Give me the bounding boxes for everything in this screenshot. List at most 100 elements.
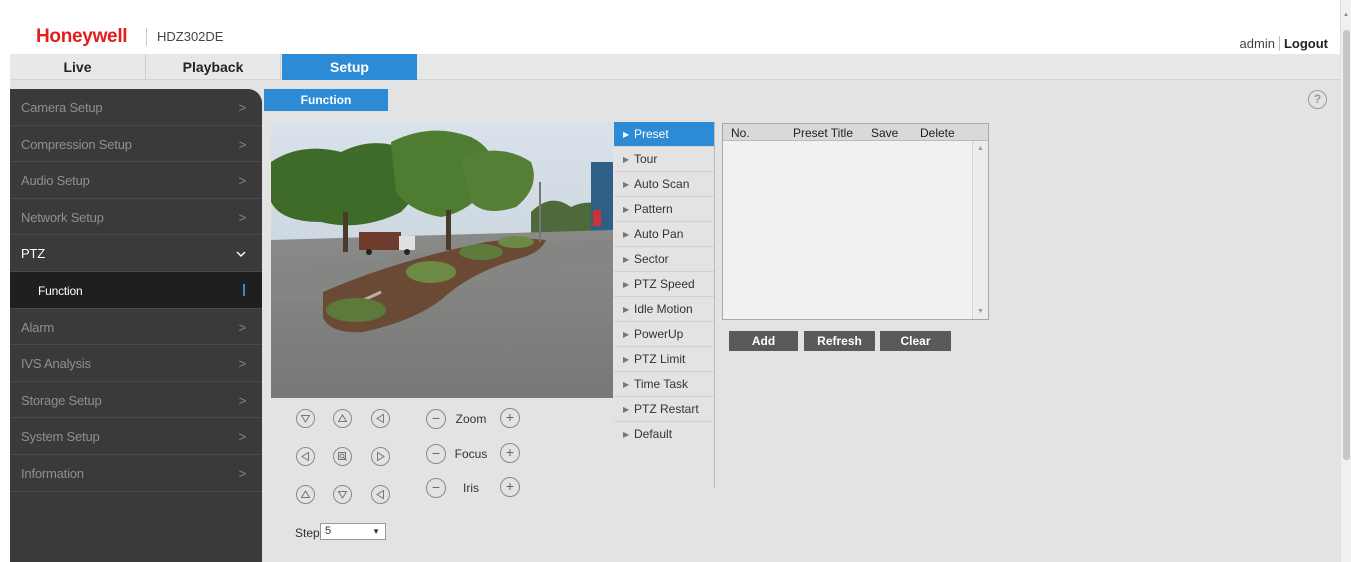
sidebar-item-label: Network Setup bbox=[21, 209, 104, 225]
model-name: HDZ302DE bbox=[146, 28, 223, 46]
menu-item-label: Time Task bbox=[634, 377, 689, 391]
ptz-left-button[interactable] bbox=[296, 447, 315, 466]
sidebar-item-camera-setup[interactable]: Camera Setup > bbox=[10, 89, 262, 126]
triangle-down-icon bbox=[300, 415, 311, 423]
sidebar-item-label: Camera Setup bbox=[21, 100, 103, 115]
column-header-delete: Delete bbox=[920, 126, 955, 140]
dropdown-arrow-icon: ▼ bbox=[372, 527, 380, 536]
triangle-right-icon bbox=[377, 451, 385, 462]
menu-item-sector[interactable]: ▶ Sector bbox=[614, 247, 714, 272]
ptz-right-button[interactable] bbox=[371, 447, 390, 466]
triangle-up-icon bbox=[300, 490, 311, 498]
chevron-right-icon: > bbox=[238, 392, 247, 408]
menu-item-label: PTZ Limit bbox=[634, 352, 686, 366]
menu-divider bbox=[714, 122, 715, 488]
caret-right-icon: ▶ bbox=[623, 205, 630, 214]
focus-in-button[interactable]: + bbox=[500, 443, 520, 463]
live-video-preview[interactable] bbox=[271, 122, 613, 398]
menu-item-auto-pan[interactable]: ▶ Auto Pan bbox=[614, 222, 714, 247]
preset-table-scrollbar[interactable]: ▲ ▼ bbox=[972, 141, 988, 319]
focus-out-button[interactable]: − bbox=[426, 444, 446, 464]
caret-right-icon: ▶ bbox=[623, 280, 630, 289]
help-icon[interactable]: ? bbox=[1308, 90, 1327, 109]
tab-playback[interactable]: Playback bbox=[146, 54, 281, 80]
menu-item-default[interactable]: ▶ Default bbox=[614, 422, 714, 447]
zoom-out-button[interactable]: − bbox=[426, 409, 446, 429]
sidebar-item-label: Alarm bbox=[21, 319, 54, 335]
scrollbar-thumb[interactable] bbox=[1343, 30, 1350, 460]
menu-item-ptz-limit[interactable]: ▶ PTZ Limit bbox=[614, 347, 714, 372]
caret-right-icon: ▶ bbox=[623, 405, 630, 414]
menu-item-label: Pattern bbox=[634, 202, 673, 216]
ptz-down-right-button[interactable] bbox=[371, 485, 390, 504]
sidebar-item-alarm[interactable]: Alarm > bbox=[10, 309, 262, 346]
caret-right-icon: ▶ bbox=[623, 155, 630, 164]
active-indicator bbox=[243, 283, 245, 296]
focus-label: Focus bbox=[454, 447, 488, 461]
sidebar-item-ivs-analysis[interactable]: IVS Analysis > bbox=[10, 345, 262, 382]
ptz-up-left-button[interactable] bbox=[296, 409, 315, 428]
refresh-button[interactable]: Refresh bbox=[804, 331, 875, 351]
caret-right-icon: ▶ bbox=[623, 180, 630, 189]
sidebar-item-compression-setup[interactable]: Compression Setup > bbox=[10, 126, 262, 163]
sidebar-item-label: PTZ bbox=[21, 246, 45, 262]
menu-item-label: Idle Motion bbox=[634, 302, 693, 316]
function-tab[interactable]: Function bbox=[264, 89, 388, 111]
sidebar-item-information[interactable]: Information > bbox=[10, 455, 262, 492]
caret-right-icon: ▶ bbox=[623, 330, 630, 339]
menu-item-pattern[interactable]: ▶ Pattern bbox=[614, 197, 714, 222]
sidebar-subitem-function[interactable]: Function bbox=[10, 271, 262, 309]
chevron-right-icon: > bbox=[238, 465, 247, 481]
ptz-up-button[interactable] bbox=[333, 409, 352, 428]
tab-setup[interactable]: Setup bbox=[282, 54, 417, 80]
ptz-down-button[interactable] bbox=[333, 485, 352, 504]
caret-right-icon: ▶ bbox=[623, 230, 630, 239]
menu-item-powerup[interactable]: ▶ PowerUp bbox=[614, 322, 714, 347]
menu-item-idle-motion[interactable]: ▶ Idle Motion bbox=[614, 297, 714, 322]
sidebar-item-ptz[interactable]: PTZ bbox=[10, 235, 262, 272]
sidebar-item-label: Function bbox=[38, 283, 83, 298]
menu-item-label: Auto Scan bbox=[634, 177, 690, 191]
ptz-center-button[interactable] bbox=[333, 447, 352, 466]
clear-button[interactable]: Clear bbox=[880, 331, 951, 351]
caret-right-icon: ▶ bbox=[623, 255, 630, 264]
menu-item-label: Default bbox=[634, 427, 673, 441]
menu-item-label: PowerUp bbox=[634, 327, 684, 341]
sidebar-item-network-setup[interactable]: Network Setup > bbox=[10, 199, 262, 236]
preset-table-header: No. Preset Title Save Delete bbox=[723, 124, 988, 141]
scroll-up-icon: ▲ bbox=[1343, 12, 1349, 18]
page-scrollbar[interactable]: ▲ bbox=[1340, 0, 1351, 562]
menu-item-time-task[interactable]: ▶ Time Task bbox=[614, 372, 714, 397]
iris-open-button[interactable]: + bbox=[500, 477, 520, 497]
sidebar-item-storage-setup[interactable]: Storage Setup > bbox=[10, 382, 262, 419]
zoom-area-icon bbox=[338, 452, 347, 461]
menu-item-label: PTZ Restart bbox=[634, 402, 699, 416]
chevron-right-icon: > bbox=[238, 319, 247, 335]
add-button[interactable]: Add bbox=[729, 331, 798, 351]
sidebar-item-label: Storage Setup bbox=[21, 392, 102, 408]
ptz-down-left-button[interactable] bbox=[296, 485, 315, 504]
menu-item-label: Sector bbox=[634, 252, 669, 266]
iris-close-button[interactable]: − bbox=[426, 478, 446, 498]
ptz-up-right-button[interactable] bbox=[371, 409, 390, 428]
step-select[interactable]: 5 ▼ bbox=[320, 523, 386, 540]
chevron-down-icon bbox=[236, 235, 246, 273]
menu-item-label: PTZ Speed bbox=[634, 277, 695, 291]
step-value: 5 bbox=[325, 525, 332, 537]
logout-link[interactable]: Logout bbox=[1280, 36, 1328, 51]
triangle-left-icon bbox=[376, 489, 384, 500]
sidebar-item-label: Compression Setup bbox=[21, 136, 132, 152]
menu-item-ptz-restart[interactable]: ▶ PTZ Restart bbox=[614, 397, 714, 422]
zoom-in-button[interactable]: + bbox=[500, 408, 520, 428]
menu-item-auto-scan[interactable]: ▶ Auto Scan bbox=[614, 172, 714, 197]
menu-item-tour[interactable]: ▶ Tour bbox=[614, 147, 714, 172]
sidebar-item-system-setup[interactable]: System Setup > bbox=[10, 418, 262, 455]
chevron-right-icon: > bbox=[238, 209, 247, 225]
menu-item-ptz-speed[interactable]: ▶ PTZ Speed bbox=[614, 272, 714, 297]
triangle-left-icon bbox=[301, 451, 309, 462]
tab-live[interactable]: Live bbox=[10, 54, 146, 80]
menu-item-preset[interactable]: ▶ Preset bbox=[614, 122, 714, 147]
chevron-right-icon: > bbox=[238, 100, 247, 115]
zoom-label: Zoom bbox=[455, 412, 487, 426]
sidebar-item-audio-setup[interactable]: Audio Setup > bbox=[10, 162, 262, 199]
